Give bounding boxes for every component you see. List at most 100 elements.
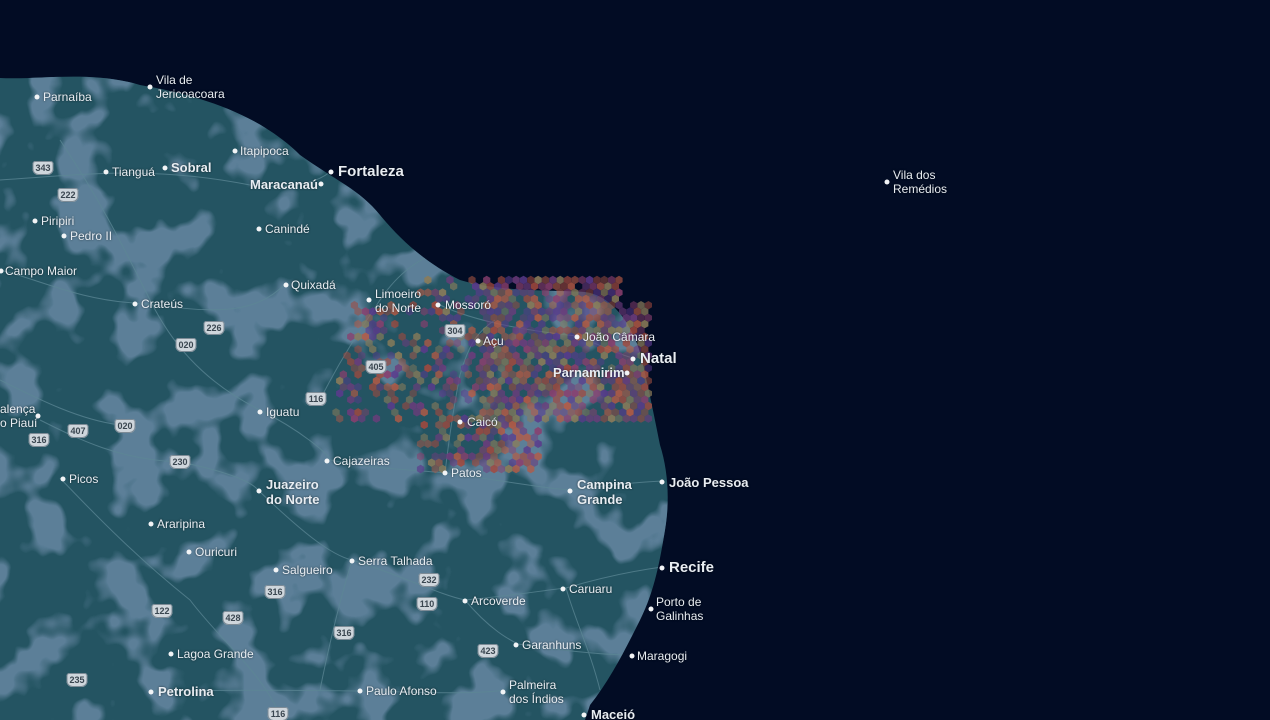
highway-shield: 226 xyxy=(203,321,225,335)
city-marker[interactable] xyxy=(60,476,66,482)
city-marker[interactable] xyxy=(513,642,519,648)
highway-shield: 110 xyxy=(416,597,438,611)
city-label[interactable]: Lagoa Grande xyxy=(177,647,254,661)
city-marker[interactable] xyxy=(567,488,573,494)
city-label[interactable]: Caruaru xyxy=(569,582,612,596)
city-label[interactable]: Arcoverde xyxy=(471,594,526,608)
highway-shield: 405 xyxy=(365,360,387,374)
city-label[interactable]: Araripina xyxy=(157,517,205,531)
city-label[interactable]: Maceió xyxy=(591,707,635,720)
city-marker[interactable] xyxy=(500,689,506,695)
city-label[interactable]: Mossoró xyxy=(445,298,491,312)
city-label[interactable]: Maracanaú xyxy=(250,177,318,192)
city-marker[interactable] xyxy=(574,334,580,340)
city-label[interactable]: Canindé xyxy=(265,222,310,236)
highway-shield: 020 xyxy=(114,419,136,433)
city-marker[interactable] xyxy=(475,338,481,344)
city-label[interactable]: Limoeiro do Norte xyxy=(375,287,421,315)
city-label[interactable]: Natal xyxy=(640,350,677,367)
city-marker[interactable] xyxy=(357,688,363,694)
city-label[interactable]: Pedro II xyxy=(70,229,112,243)
city-label[interactable]: alença o Piauí xyxy=(0,402,37,430)
city-label[interactable]: Picos xyxy=(69,472,98,486)
city-marker[interactable] xyxy=(132,301,138,307)
city-label[interactable]: Petrolina xyxy=(158,684,214,699)
city-label[interactable]: Caicó xyxy=(467,415,498,429)
city-marker[interactable] xyxy=(630,356,636,362)
city-marker[interactable] xyxy=(560,586,566,592)
city-marker[interactable] xyxy=(581,712,587,718)
city-marker[interactable] xyxy=(648,606,654,612)
city-marker[interactable] xyxy=(318,181,324,187)
city-marker[interactable] xyxy=(349,558,355,564)
highway-shield: 316 xyxy=(28,433,50,447)
city-label[interactable]: Campina Grande xyxy=(577,477,632,507)
city-label[interactable]: João Câmara xyxy=(583,330,655,344)
city-label[interactable]: Maragogi xyxy=(637,649,687,663)
highway-shield: 222 xyxy=(57,188,79,202)
city-label[interactable]: Paulo Afonso xyxy=(366,684,437,698)
city-label[interactable]: Açu xyxy=(483,334,504,348)
highway-shield: 428 xyxy=(222,611,244,625)
city-marker[interactable] xyxy=(148,689,154,695)
city-marker[interactable] xyxy=(256,226,262,232)
city-label[interactable]: Garanhuns xyxy=(522,638,581,652)
city-label[interactable]: Parnamirim xyxy=(553,365,625,380)
city-marker[interactable] xyxy=(283,282,289,288)
city-label[interactable]: Serra Talhada xyxy=(358,554,433,568)
city-marker[interactable] xyxy=(659,565,665,571)
city-marker[interactable] xyxy=(162,165,168,171)
city-label[interactable]: Parnaíba xyxy=(43,90,92,104)
city-marker[interactable] xyxy=(328,169,334,175)
highway-shield: 122 xyxy=(151,604,173,618)
city-marker[interactable] xyxy=(232,148,238,154)
city-marker[interactable] xyxy=(366,297,372,303)
city-label[interactable]: Salgueiro xyxy=(282,563,333,577)
city-label[interactable]: Vila dos Remédios xyxy=(893,168,947,196)
city-marker[interactable] xyxy=(147,84,153,90)
city-label[interactable]: Piripiri xyxy=(41,214,74,228)
city-label[interactable]: Quixadá xyxy=(291,278,336,292)
city-label[interactable]: Fortaleza xyxy=(338,163,404,180)
city-marker[interactable] xyxy=(61,233,67,239)
city-label[interactable]: Palmeira dos Índios xyxy=(509,678,564,706)
city-marker[interactable] xyxy=(186,549,192,555)
city-marker[interactable] xyxy=(442,470,448,476)
city-marker[interactable] xyxy=(457,419,463,425)
city-label[interactable]: Patos xyxy=(451,466,482,480)
city-label[interactable]: Recife xyxy=(669,559,714,576)
city-marker[interactable] xyxy=(884,179,890,185)
highway-shield: 407 xyxy=(67,424,89,438)
city-marker[interactable] xyxy=(273,567,279,573)
city-label[interactable]: Crateús xyxy=(141,297,183,311)
city-marker[interactable] xyxy=(257,409,263,415)
map-canvas[interactable]: 343 222 226 020 304 405 116 407 020 316 … xyxy=(0,0,1270,720)
city-marker[interactable] xyxy=(435,302,441,308)
city-marker[interactable] xyxy=(256,488,262,494)
city-marker[interactable] xyxy=(629,653,635,659)
city-label[interactable]: Tianguá xyxy=(112,165,155,179)
city-label[interactable]: João Pessoa xyxy=(669,475,749,490)
highway-shield: 423 xyxy=(477,644,499,658)
city-marker[interactable] xyxy=(324,458,330,464)
city-label[interactable]: Itapipoca xyxy=(240,144,289,158)
city-marker[interactable] xyxy=(34,94,40,100)
city-label[interactable]: Juazeiro do Norte xyxy=(266,477,319,507)
city-marker[interactable] xyxy=(168,651,174,657)
city-marker[interactable] xyxy=(32,218,38,224)
city-label[interactable]: Vila de Jericoacoara xyxy=(156,73,225,101)
highway-shield: 316 xyxy=(264,585,286,599)
city-label[interactable]: Porto de Galinhas xyxy=(656,595,703,623)
city-marker[interactable] xyxy=(148,521,154,527)
city-label[interactable]: Cajazeiras xyxy=(333,454,390,468)
city-label[interactable]: Ouricuri xyxy=(195,545,237,559)
highway-shield: 316 xyxy=(333,626,355,640)
city-marker[interactable] xyxy=(659,479,665,485)
city-marker[interactable] xyxy=(624,370,630,376)
city-label[interactable]: Campo Maior xyxy=(5,264,77,278)
city-marker[interactable] xyxy=(462,598,468,604)
city-marker[interactable] xyxy=(103,169,109,175)
city-label[interactable]: Sobral xyxy=(171,160,211,175)
city-label[interactable]: Iguatu xyxy=(266,405,299,419)
highway-shield: 020 xyxy=(175,338,197,352)
